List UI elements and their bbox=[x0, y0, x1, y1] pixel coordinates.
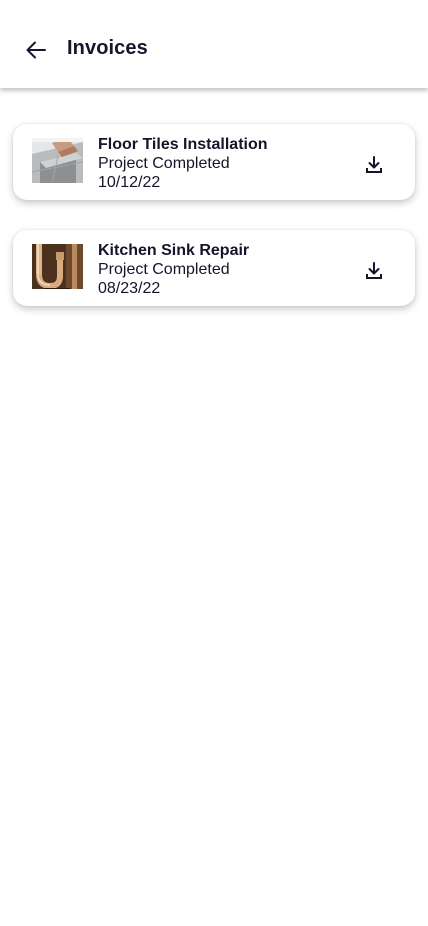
invoice-date: 08/23/22 bbox=[98, 280, 161, 297]
floor-tiles-photo bbox=[32, 138, 83, 183]
invoice-date: 10/12/22 bbox=[98, 174, 161, 191]
app-bar: Invoices bbox=[0, 0, 428, 88]
download-icon bbox=[366, 156, 382, 173]
page-title: Invoices bbox=[67, 37, 148, 59]
invoice-list: Floor Tiles Installation Project Complet… bbox=[13, 124, 415, 336]
invoice-status: Project Completed bbox=[98, 261, 230, 278]
back-button[interactable] bbox=[22, 36, 50, 64]
sink-pipe-photo bbox=[32, 244, 83, 289]
download-button[interactable] bbox=[363, 260, 385, 282]
invoice-title: Floor Tiles Installation bbox=[98, 136, 268, 153]
arrow-left-icon bbox=[26, 41, 46, 59]
download-button[interactable] bbox=[363, 154, 385, 176]
invoice-details: Kitchen Sink Repair Project Completed 08… bbox=[98, 241, 249, 298]
invoice-title: Kitchen Sink Repair bbox=[98, 242, 250, 259]
download-icon bbox=[366, 262, 382, 279]
invoice-card[interactable]: Floor Tiles Installation Project Complet… bbox=[13, 124, 415, 200]
invoice-status: Project Completed bbox=[98, 155, 230, 172]
invoice-card[interactable]: Kitchen Sink Repair Project Completed 08… bbox=[13, 230, 415, 306]
invoice-details: Floor Tiles Installation Project Complet… bbox=[98, 135, 268, 192]
